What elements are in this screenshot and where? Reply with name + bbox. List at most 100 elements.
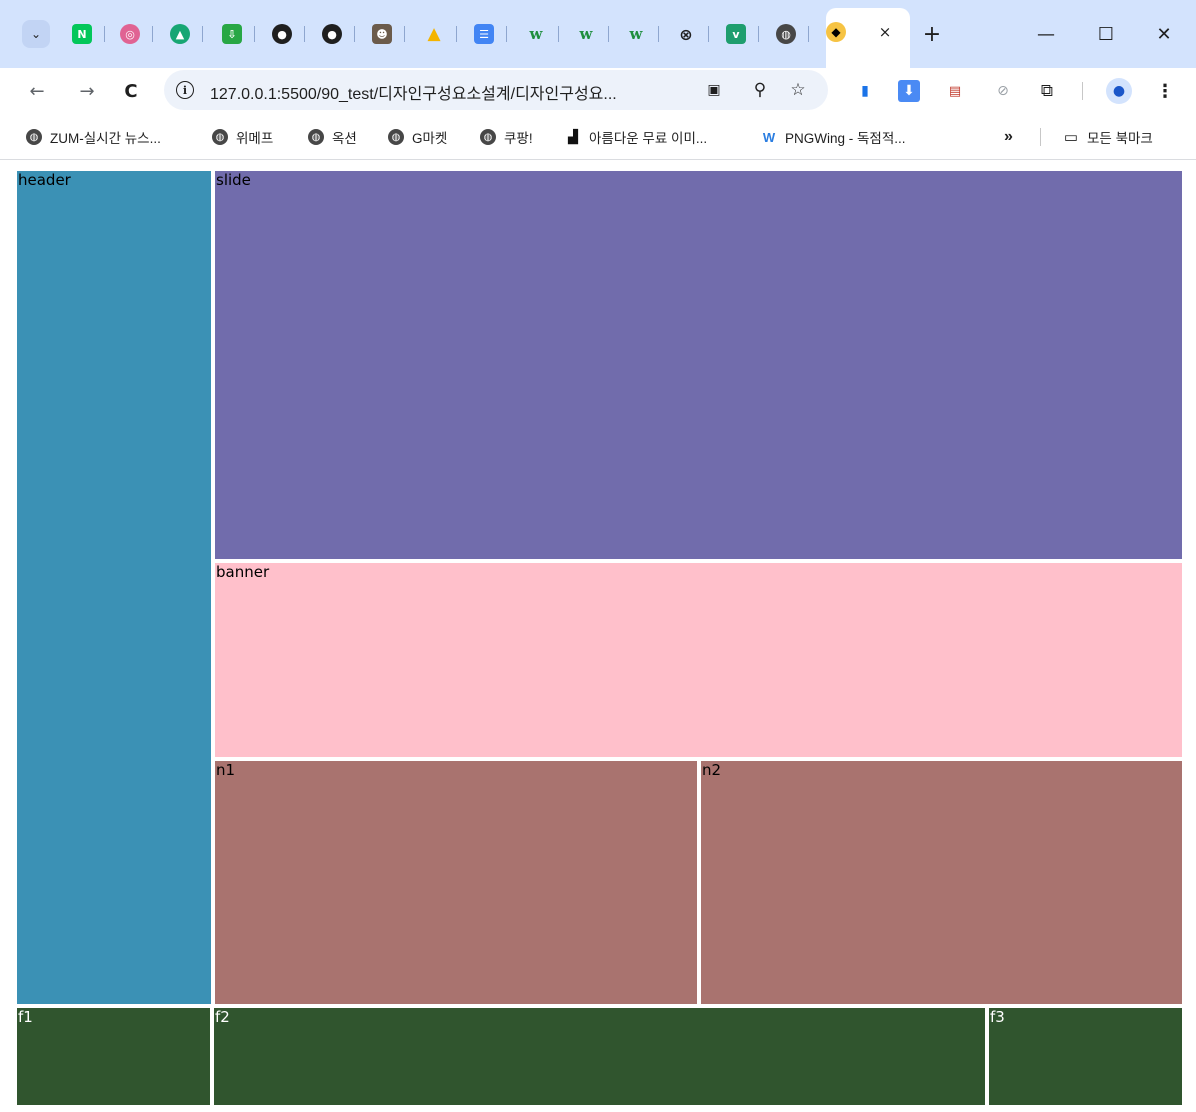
w-icon[interactable]: w <box>576 24 596 44</box>
tab-separator <box>304 26 305 42</box>
google-drive-icon[interactable]: ▲ <box>424 24 444 44</box>
page-viewport: header slide banner n1 n2 f1 f2 f3 <box>0 161 1196 1112</box>
n2-label: n2 <box>702 761 722 779</box>
graduation-cap-icon[interactable]: ▲ <box>170 24 190 44</box>
bookmark-pngwing[interactable]: W PNGWing - 독점적... <box>760 126 906 148</box>
f3-box: f3 <box>989 1008 1182 1105</box>
active-tab[interactable]: ◆ × <box>826 8 910 68</box>
tab-search-chevron-icon[interactable]: ⌄ <box>22 20 50 48</box>
toolbar-separator <box>1082 82 1083 100</box>
w-icon[interactable]: w <box>526 24 546 44</box>
tab-strip: ⌄ N ◎ ▲ ⇩ ● ● ☻ ▲ ☰ w w w ⊗ v ◍ ◆ × + — … <box>0 0 1196 68</box>
url-text: 127.0.0.1:5500/90_test/디자인구성요소설계/디자인구성요.… <box>210 86 617 103</box>
tab-separator <box>104 26 105 42</box>
donut-icon[interactable]: ◎ <box>120 24 140 44</box>
docs-icon[interactable]: ☰ <box>474 24 494 44</box>
minimize-button[interactable]: — <box>1026 18 1066 50</box>
f1-label: f1 <box>18 1008 33 1026</box>
n2-box: n2 <box>701 761 1182 1004</box>
bookmark-star-icon[interactable]: ☆ <box>786 78 810 102</box>
bookmark-label: 위메프 <box>236 131 274 146</box>
extension-download-icon[interactable]: ⬇ <box>898 80 920 102</box>
globe-icon: ◍ <box>212 129 228 145</box>
slide-box: slide <box>215 171 1182 559</box>
site-info-icon[interactable]: i <box>176 81 194 99</box>
pngwing-icon: W <box>762 129 776 145</box>
bookmark-unsplash[interactable]: ▟ 아름다운 무료 이미... <box>564 126 707 148</box>
bookmarks-overflow-button[interactable]: » <box>1004 126 1013 148</box>
bookmark-coupang[interactable]: ◍ 쿠팡! <box>480 126 533 148</box>
f2-box: f2 <box>214 1008 985 1105</box>
tab-separator <box>758 26 759 42</box>
tab-separator <box>708 26 709 42</box>
github-icon[interactable]: ● <box>322 24 342 44</box>
tab-separator <box>608 26 609 42</box>
back-button[interactable]: ← <box>22 76 52 106</box>
header-label: header <box>18 171 71 189</box>
globe-icon: ◍ <box>308 129 324 145</box>
n1-label: n1 <box>216 761 236 779</box>
bookmark-zum[interactable]: ◍ ZUM-실시간 뉴스... <box>26 126 161 148</box>
tab-separator <box>658 26 659 42</box>
address-bar[interactable]: i 127.0.0.1:5500/90_test/디자인구성요소설계/디자인구성… <box>164 70 828 110</box>
close-tab-icon[interactable]: × <box>874 21 896 43</box>
globe-icon: ◍ <box>480 129 496 145</box>
tab-separator <box>808 26 809 42</box>
bookmark-label: G마켓 <box>412 131 448 146</box>
tab-separator <box>254 26 255 42</box>
bookmark-label: 쿠팡! <box>504 131 533 146</box>
f3-label: f3 <box>990 1008 1005 1026</box>
tab-separator <box>152 26 153 42</box>
folder-icon: ▭ <box>1063 129 1079 146</box>
extensions-puzzle-icon[interactable]: ⧉ <box>1036 80 1058 102</box>
all-bookmarks-label: 모든 북마크 <box>1087 131 1153 146</box>
tab-separator <box>558 26 559 42</box>
w-icon[interactable]: w <box>626 24 646 44</box>
bookmarks-separator <box>1040 128 1041 146</box>
header-box: header <box>17 171 211 1004</box>
naver-icon[interactable]: N <box>72 24 92 44</box>
bookmarks-bar: ◍ ZUM-실시간 뉴스... ◍ 위메프 ◍ 옥션 ◍ G마켓 ◍ 쿠팡! ▟… <box>0 114 1196 160</box>
unsplash-icon: ▟ <box>568 129 578 144</box>
person-icon[interactable]: ☻ <box>372 24 392 44</box>
new-tab-button[interactable]: + <box>918 20 946 48</box>
forward-button[interactable]: → <box>72 76 102 106</box>
translate-icon[interactable]: ▣ <box>702 78 726 102</box>
bookmark-label: 아름다운 무료 이미... <box>589 131 708 146</box>
reload-button[interactable]: C <box>116 76 146 106</box>
all-bookmarks-button[interactable]: ▭ 모든 북마크 <box>1062 126 1153 148</box>
zoom-icon[interactable]: ⚲ <box>748 78 772 102</box>
slide-label: slide <box>216 171 251 189</box>
v-icon[interactable]: v <box>726 24 746 44</box>
download-tray-icon[interactable]: ⇩ <box>222 24 242 44</box>
profile-avatar-icon[interactable]: ● <box>1106 78 1132 104</box>
codepen-icon[interactable]: ⊗ <box>676 24 696 44</box>
maximize-button[interactable]: ☐ <box>1086 18 1126 50</box>
globe-icon: ◍ <box>388 129 404 145</box>
tab-separator <box>202 26 203 42</box>
bookmark-label: ZUM-실시간 뉴스... <box>50 131 161 146</box>
menu-more-icon[interactable]: ⋮ <box>1154 80 1176 102</box>
extension-calendar-icon[interactable]: ▤ <box>944 80 966 102</box>
browser-toolbar: ← → C i 127.0.0.1:5500/90_test/디자인구성요소설계… <box>0 68 1196 114</box>
banner-label: banner <box>216 563 270 581</box>
github-icon[interactable]: ● <box>272 24 292 44</box>
tab-separator <box>456 26 457 42</box>
close-window-button[interactable]: ✕ <box>1144 18 1184 50</box>
bookmark-gmarket[interactable]: ◍ G마켓 <box>388 126 447 148</box>
bookmark-label: PNGWing - 독점적... <box>785 131 906 146</box>
banner-box: banner <box>215 563 1182 757</box>
extension-book-icon[interactable]: ▮ <box>854 80 876 102</box>
extension-compass-icon[interactable]: ⊘ <box>992 80 1014 102</box>
tab-separator <box>404 26 405 42</box>
python-duck-icon: ◆ <box>826 22 846 42</box>
f2-label: f2 <box>215 1008 230 1026</box>
globe-icon: ◍ <box>26 129 42 145</box>
bookmark-auction[interactable]: ◍ 옥션 <box>308 126 357 148</box>
f1-box: f1 <box>17 1008 210 1105</box>
globe-icon[interactable]: ◍ <box>776 24 796 44</box>
tab-separator <box>506 26 507 42</box>
tab-separator <box>354 26 355 42</box>
bookmark-wemakeprice[interactable]: ◍ 위메프 <box>212 126 273 148</box>
bookmark-label: 옥션 <box>332 131 357 146</box>
